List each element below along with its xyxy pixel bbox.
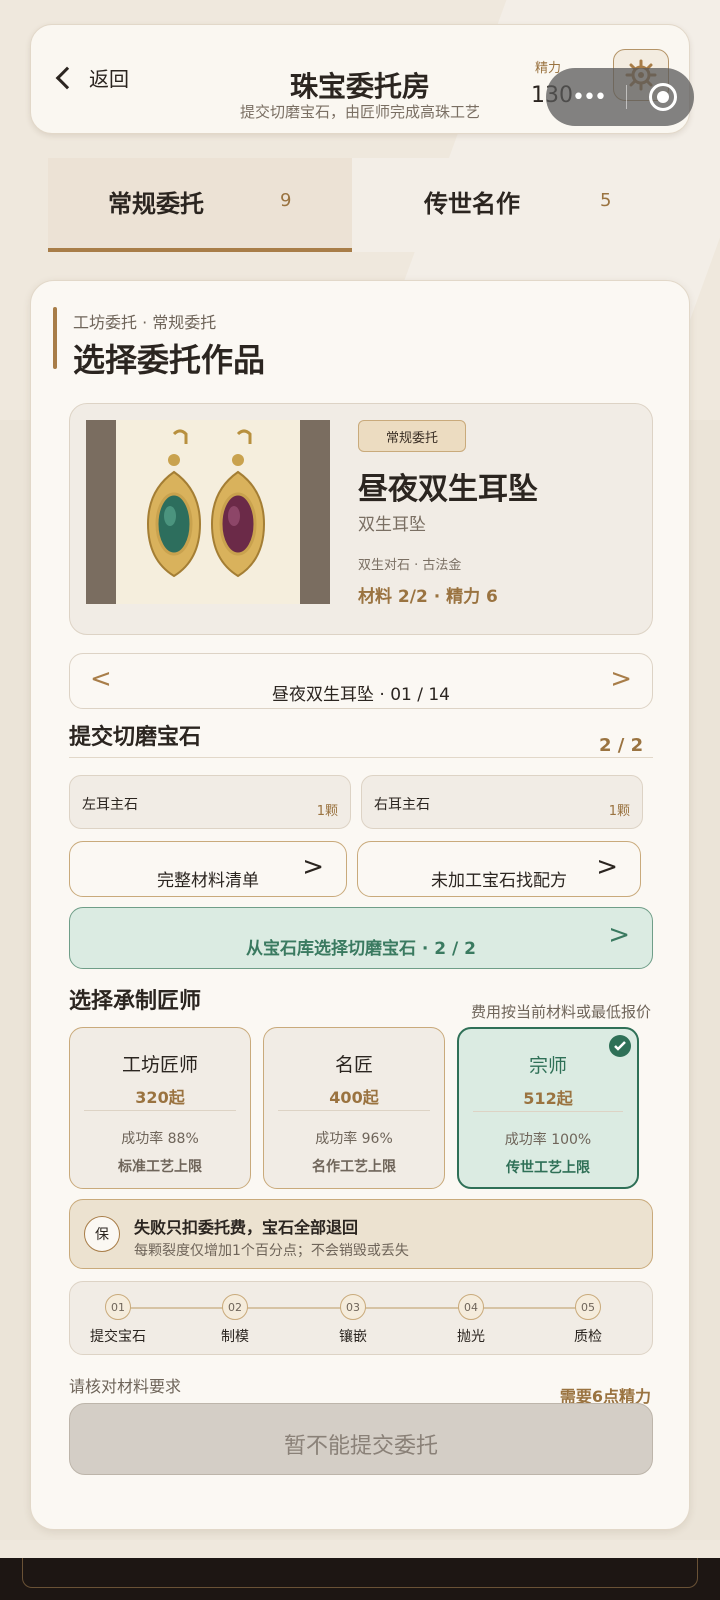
submit-button[interactable]: 暂不能提交委托 [69, 1403, 653, 1475]
smith-price: 400起 [329, 1088, 379, 1107]
smith-name: 工坊匠师 [121, 1054, 198, 1076]
smith-name: 宗师 [528, 1055, 567, 1077]
capsule-divider [626, 85, 627, 109]
tab-count: 9 [280, 190, 292, 211]
step-number: 03 [340, 1294, 366, 1320]
submit-label: 暂不能提交委托 [283, 1434, 438, 1459]
chevron-right-icon: > [596, 852, 618, 882]
smith-rate: 成功率 96% [315, 1131, 393, 1147]
process-steps: 01 提交宝石 02 制模 03 镶嵌 04 抛光 05 质检 [69, 1281, 653, 1355]
step-item: 01 提交宝石 [78, 1294, 158, 1346]
pager-label: 昼夜双生耳坠 · 01 / 14 [271, 685, 450, 705]
tab-regular[interactable]: 常规委托 9 [48, 158, 352, 252]
product-name: 昼夜双生耳坠 [358, 472, 538, 507]
bottom-bar [0, 1558, 720, 1600]
step-item: 03 镶嵌 [313, 1294, 393, 1346]
smith-limit: 传世工艺上限 [506, 1160, 590, 1176]
guarantee-desc: 每颗裂度仅增加1个百分点；不会销毁或丢失 [134, 1243, 409, 1259]
mini-program-capsule: ••• [546, 68, 694, 126]
chevron-right-icon: > [608, 920, 630, 950]
gem-slot-right[interactable]: 右耳主石 1颗 [361, 775, 643, 829]
guarantee-title: 失败只扣委托费，宝石全部退回 [134, 1218, 359, 1237]
section-title: 选择委托作品 [73, 341, 266, 379]
select-gems-button[interactable]: 从宝石库选择切磨宝石 · 2 / 2 > [69, 907, 653, 969]
product-cost: 材料 2/2 · 精力 6 [358, 587, 498, 607]
gems-section-title: 提交切磨宝石 [69, 725, 202, 750]
step-label: 提交宝石 [90, 1329, 146, 1345]
guarantee-icon: 保 [84, 1216, 120, 1252]
smith-price: 512起 [523, 1089, 573, 1108]
smith-price: 320起 [135, 1088, 185, 1107]
commission-card: 工坊委托 · 常规委托 选择委托作品 常规委托 昼夜双生耳坠 双生耳坠 双生对石… [30, 280, 690, 1530]
step-label: 抛光 [457, 1329, 485, 1345]
gems-progress: 2 / 2 [599, 735, 644, 756]
smith-limit: 标准工艺上限 [118, 1159, 202, 1175]
step-label: 制模 [221, 1329, 249, 1345]
product-materials: 双生对石 · 古法金 [358, 558, 462, 573]
slot-qty: 1颗 [316, 804, 338, 819]
accent-bar [53, 307, 57, 369]
product-card[interactable]: 常规委托 昼夜双生耳坠 双生耳坠 双生对石 · 古法金 材料 2/2 · 精力 … [69, 403, 653, 635]
raw-gem-recipe-button[interactable]: 未加工宝石找配方 > [357, 841, 641, 897]
target-icon[interactable] [649, 83, 677, 111]
earring-image [86, 420, 330, 604]
step-label: 质检 [574, 1329, 602, 1345]
smith-name: 名匠 [334, 1054, 373, 1076]
material-list-button[interactable]: 完整材料清单 > [69, 841, 347, 897]
slot-qty: 1颗 [608, 804, 630, 819]
tab-label: 常规委托 [108, 190, 204, 218]
step-item: 05 质检 [548, 1294, 628, 1346]
breadcrumb: 工坊委托 · 常规委托 [73, 313, 217, 332]
slot-name: 右耳主石 [374, 797, 430, 813]
divider [69, 757, 653, 758]
step-item: 02 制模 [195, 1294, 275, 1346]
tab-masterpiece[interactable]: 传世名作 5 [352, 158, 672, 252]
step-number: 05 [575, 1294, 601, 1320]
smith-rate: 成功率 88% [121, 1131, 199, 1147]
gem-slot-left[interactable]: 左耳主石 1颗 [69, 775, 351, 829]
guarantee-notice: 保 失败只扣委托费，宝石全部退回 每颗裂度仅增加1个百分点；不会销毁或丢失 [69, 1199, 653, 1269]
step-item: 04 抛光 [431, 1294, 511, 1346]
tab-count: 5 [600, 190, 612, 211]
product-pager: < 昼夜双生耳坠 · 01 / 14 > [69, 653, 653, 709]
commission-type-badge: 常规委托 [358, 420, 466, 452]
next-arrow-icon[interactable]: > [610, 664, 632, 694]
more-dots-icon[interactable]: ••• [572, 85, 620, 110]
fee-note: 费用按当前材料或最低报价 [470, 1003, 651, 1021]
step-label: 镶嵌 [339, 1329, 367, 1345]
tab-label: 传世名作 [424, 190, 520, 218]
smith-limit: 名作工艺上限 [312, 1159, 396, 1175]
smith-option-famous[interactable]: 名匠 400起 成功率 96% 名作工艺上限 [263, 1027, 445, 1189]
smith-option-workshop[interactable]: 工坊匠师 320起 成功率 88% 标准工艺上限 [69, 1027, 251, 1189]
step-number: 01 [105, 1294, 131, 1320]
verify-note: 请核对材料要求 [69, 1377, 182, 1396]
step-number: 02 [222, 1294, 248, 1320]
product-subtitle: 双生耳坠 [358, 515, 426, 535]
chevron-right-icon: > [302, 852, 324, 882]
step-number: 04 [458, 1294, 484, 1320]
smith-rate: 成功率 100% [504, 1132, 592, 1148]
smiths-section-title: 选择承制匠师 [69, 989, 202, 1014]
slot-name: 左耳主石 [82, 797, 138, 813]
button-label: 从宝石库选择切磨宝石 · 2 / 2 [246, 939, 476, 959]
smith-option-grandmaster[interactable]: 宗师 512起 成功率 100% 传世工艺上限 [457, 1027, 639, 1189]
